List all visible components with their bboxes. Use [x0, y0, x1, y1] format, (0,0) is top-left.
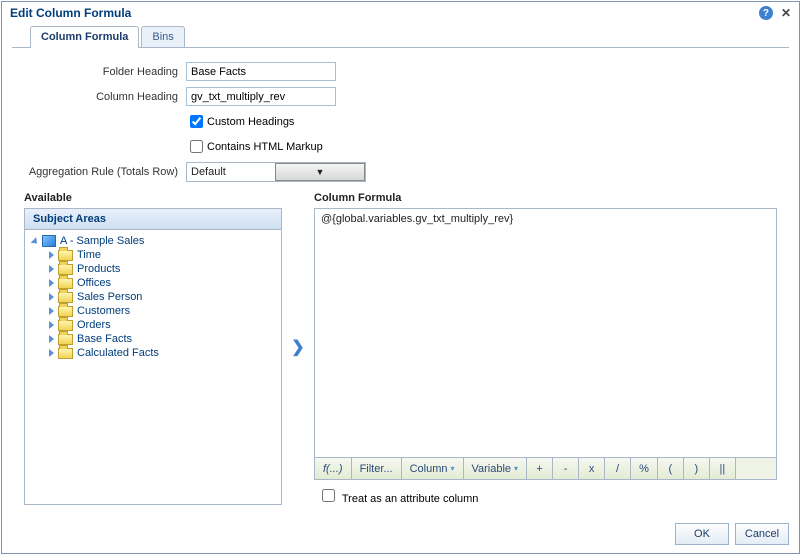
- folder-icon: [58, 250, 73, 261]
- shuttle-column: ❯: [288, 188, 308, 505]
- column-heading-label: Column Heading: [24, 91, 186, 103]
- folder-icon: [58, 334, 73, 345]
- expand-icon[interactable]: [49, 293, 54, 301]
- expand-icon[interactable]: [49, 251, 54, 259]
- folder-icon: [58, 320, 73, 331]
- agg-rule-label: Aggregation Rule (Totals Row): [24, 166, 186, 178]
- tree-root-label[interactable]: A - Sample Sales: [60, 235, 144, 247]
- column-heading-input[interactable]: [186, 87, 336, 106]
- treat-attribute-checkbox[interactable]: [322, 489, 335, 502]
- lparen-button[interactable]: (: [658, 458, 684, 479]
- available-panel: Available Subject Areas A - Sample Sales…: [24, 188, 282, 505]
- folder-icon: [58, 348, 73, 359]
- shuttle-right-icon[interactable]: ❯: [291, 337, 304, 357]
- agg-rule-value: Default: [187, 166, 275, 178]
- divide-button[interactable]: /: [605, 458, 631, 479]
- filter-button[interactable]: Filter...: [352, 458, 402, 479]
- rparen-button[interactable]: ): [684, 458, 710, 479]
- custom-headings-label: Custom Headings: [207, 116, 294, 128]
- expand-icon[interactable]: [49, 279, 54, 287]
- titlebar: Edit Column Formula ? ✕: [2, 2, 799, 24]
- folder-icon: [58, 306, 73, 317]
- concat-button[interactable]: ||: [710, 458, 736, 479]
- tab-row: Column Formula Bins: [12, 24, 789, 48]
- percent-button[interactable]: %: [631, 458, 658, 479]
- folder-heading-label: Folder Heading: [24, 66, 186, 78]
- expand-icon[interactable]: [49, 321, 54, 329]
- formula-toolbar: f(...) Filter... Column▾ Variable▾ + - x…: [314, 458, 777, 480]
- ok-button[interactable]: OK: [675, 523, 729, 545]
- contains-html-label: Contains HTML Markup: [207, 141, 323, 153]
- chevron-down-icon[interactable]: ▼: [275, 163, 365, 181]
- dialog-title: Edit Column Formula: [10, 6, 759, 20]
- plus-button[interactable]: +: [527, 458, 553, 479]
- edit-column-formula-dialog: Edit Column Formula ? ✕ Column Formula B…: [1, 1, 800, 554]
- expand-icon[interactable]: [49, 307, 54, 315]
- subject-areas-header: Subject Areas: [25, 209, 281, 230]
- variable-button[interactable]: Variable▾: [464, 458, 528, 479]
- subject-areas-tree[interactable]: Subject Areas A - Sample Sales Time: [24, 208, 282, 505]
- tree-body: A - Sample Sales Time Products: [25, 230, 281, 364]
- contains-html-checkbox[interactable]: [190, 140, 203, 153]
- expand-icon[interactable]: [49, 335, 54, 343]
- fx-button[interactable]: f(...): [315, 458, 352, 479]
- cancel-button[interactable]: Cancel: [735, 523, 789, 545]
- expand-icon[interactable]: [31, 237, 40, 246]
- tree-folder-calculated-facts[interactable]: Calculated Facts: [27, 346, 279, 360]
- tab-column-formula[interactable]: Column Formula: [30, 26, 139, 48]
- treat-attribute-label: Treat as an attribute column: [342, 493, 479, 505]
- dialog-footer: OK Cancel: [2, 517, 799, 553]
- folder-icon: [58, 292, 73, 303]
- formula-textarea[interactable]: [314, 208, 777, 458]
- formula-title: Column Formula: [314, 192, 777, 204]
- custom-headings-checkbox[interactable]: [190, 115, 203, 128]
- multiply-button[interactable]: x: [579, 458, 605, 479]
- formula-panel: Column Formula f(...) Filter... Column▾ …: [314, 188, 777, 505]
- column-button[interactable]: Column▾: [402, 458, 464, 479]
- available-title: Available: [24, 192, 282, 204]
- close-icon[interactable]: ✕: [779, 6, 793, 20]
- folder-heading-input[interactable]: [186, 62, 336, 81]
- folder-icon: [58, 264, 73, 275]
- expand-icon[interactable]: [49, 349, 54, 357]
- tab-bins[interactable]: Bins: [141, 26, 184, 47]
- expand-icon[interactable]: [49, 265, 54, 273]
- cube-icon: [42, 235, 56, 247]
- help-icon[interactable]: ?: [759, 6, 773, 20]
- minus-button[interactable]: -: [553, 458, 579, 479]
- agg-rule-select[interactable]: Default ▼: [186, 162, 366, 182]
- folder-icon: [58, 278, 73, 289]
- dialog-body: Folder Heading Column Heading Custom Hea…: [12, 48, 789, 511]
